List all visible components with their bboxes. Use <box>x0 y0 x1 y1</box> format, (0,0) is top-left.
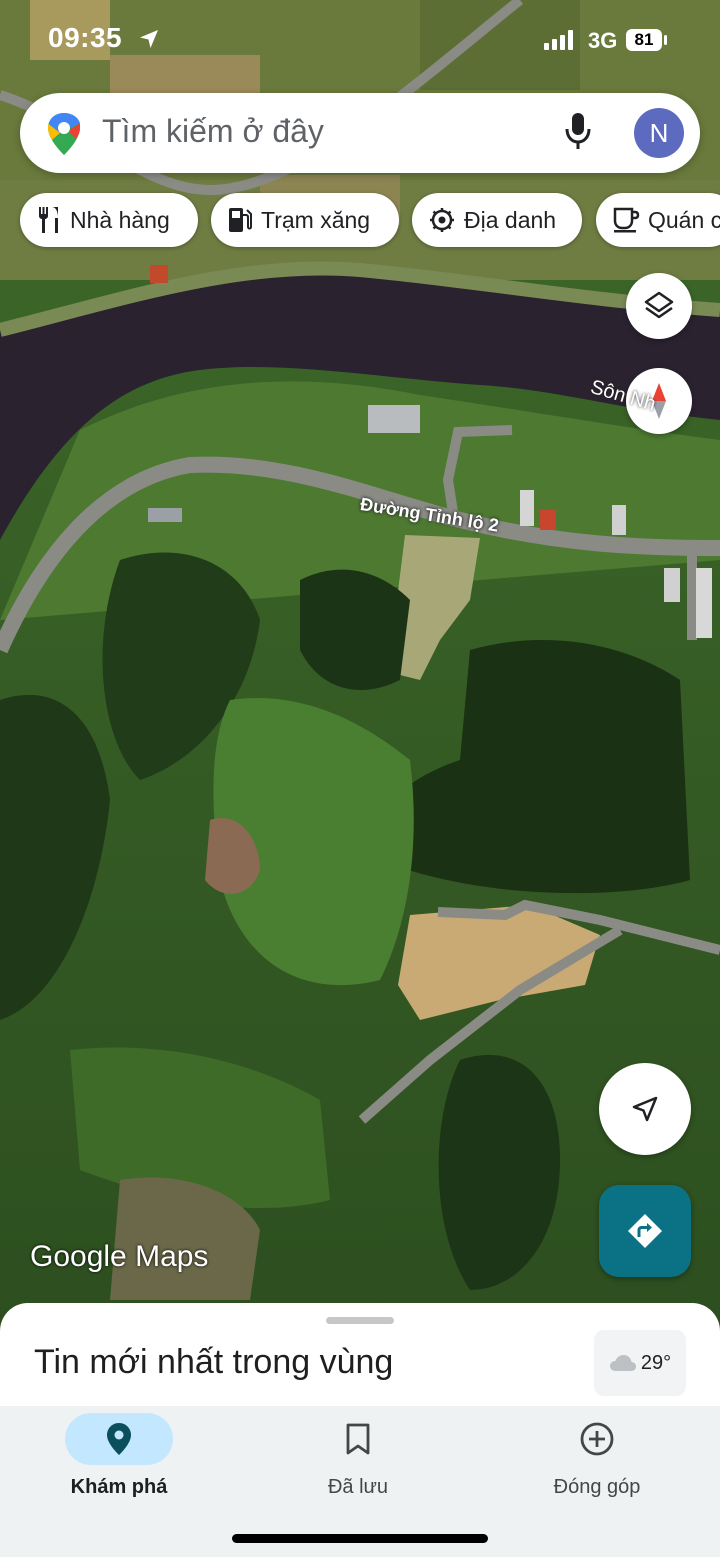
chip-label: Trạm xăng <box>261 206 371 233</box>
chip-restaurant[interactable]: Nhà hàng <box>20 193 198 247</box>
layers-button[interactable] <box>626 273 692 339</box>
status-time: 09:35 <box>48 22 123 53</box>
restaurant-icon <box>39 207 58 233</box>
location-arrow-icon <box>138 28 160 55</box>
directions-button[interactable] <box>599 1185 691 1277</box>
my-location-button[interactable] <box>599 1063 691 1155</box>
nav-label: Đóng góp <box>553 1476 641 1498</box>
chip-label: Nhà hàng <box>70 206 170 233</box>
google-maps-watermark: Google Maps <box>30 1240 209 1273</box>
add-circle-icon <box>580 1422 614 1456</box>
gas-station-icon <box>229 208 252 232</box>
microphone-icon[interactable] <box>564 111 592 156</box>
battery-level: 81 <box>626 29 662 51</box>
sheet-title: Tin mới nhất trong vùng <box>34 1343 394 1381</box>
search-input[interactable]: Tìm kiếm ở đây <box>102 113 324 150</box>
chip-label: Địa danh <box>464 206 557 233</box>
chip-coffee[interactable]: Quán c <box>596 193 720 247</box>
nav-icon-wrap <box>304 1413 412 1465</box>
coffee-icon <box>613 207 640 233</box>
nav-icon-wrap <box>543 1413 651 1465</box>
cellular-signal-icon <box>544 30 578 55</box>
layers-icon <box>644 291 674 319</box>
nav-label: Đã lưu <box>327 1476 389 1498</box>
home-indicator <box>232 1534 488 1543</box>
directions-icon <box>628 1214 662 1248</box>
chip-landmark[interactable]: Địa danh <box>412 193 582 247</box>
network-type: 3G <box>588 28 618 53</box>
cloud-icon <box>609 1355 636 1371</box>
battery-icon <box>664 35 667 45</box>
navigation-arrow-icon <box>632 1096 658 1122</box>
landmark-icon <box>430 208 454 232</box>
chip-label: Quán c <box>648 206 720 233</box>
nav-label: Khám phá <box>70 1476 168 1498</box>
sheet-drag-handle[interactable] <box>326 1317 394 1324</box>
status-bar: 09:35 3G 81 <box>0 0 720 80</box>
chip-gas-station[interactable]: Trạm xăng <box>211 193 399 247</box>
google-maps-pin-icon <box>46 111 82 162</box>
account-avatar[interactable]: N <box>634 108 684 158</box>
explore-pin-icon <box>107 1423 131 1455</box>
bookmark-icon <box>346 1423 370 1455</box>
nav-active-indicator <box>65 1413 173 1465</box>
search-bar[interactable]: Tìm kiếm ở đây N <box>20 93 700 173</box>
weather-temperature: 29° <box>640 1351 672 1374</box>
weather-chip[interactable]: 29° <box>594 1330 686 1396</box>
